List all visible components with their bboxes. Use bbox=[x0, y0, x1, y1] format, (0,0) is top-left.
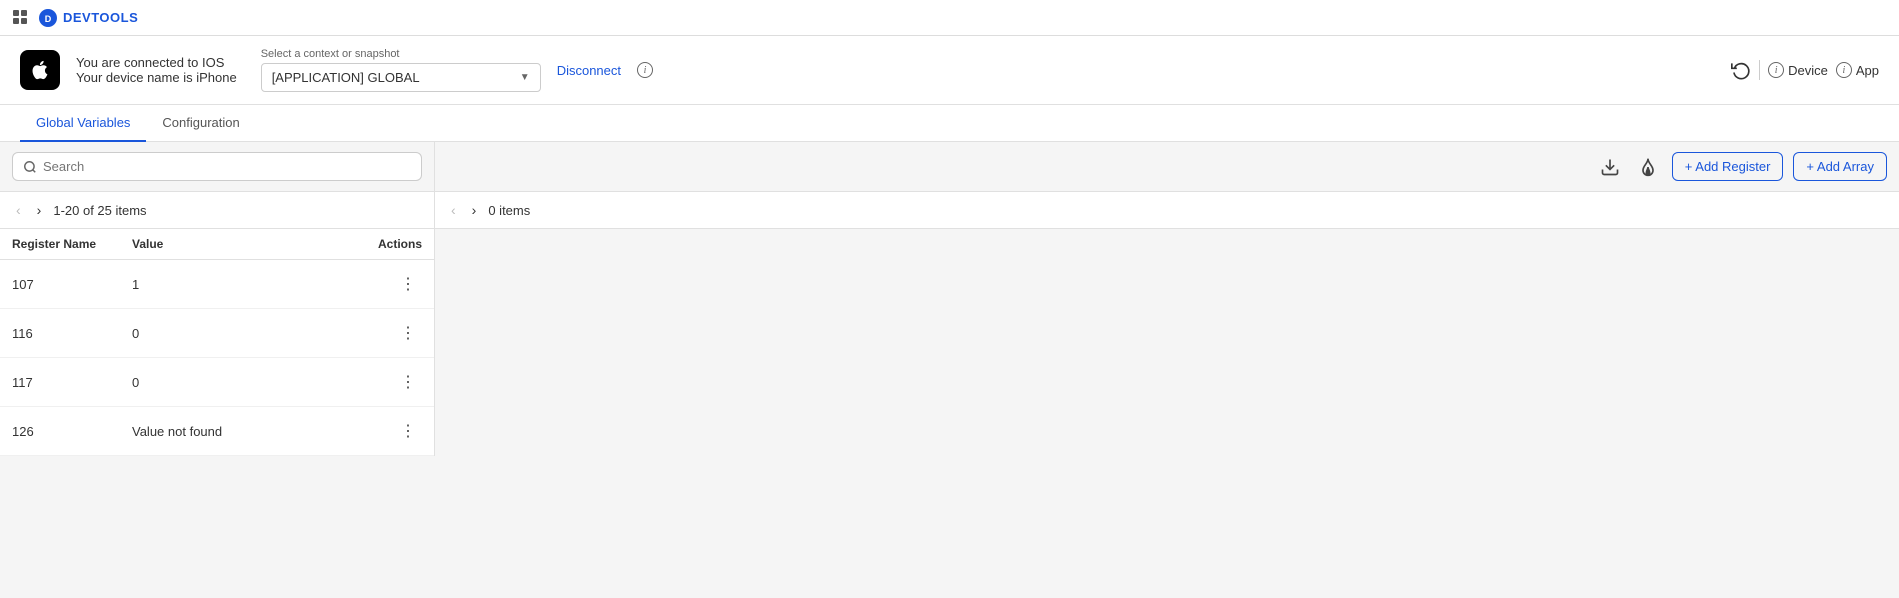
table-header: Register Name Value Actions bbox=[0, 229, 434, 260]
svg-text:D: D bbox=[45, 14, 52, 24]
info-icon[interactable]: i bbox=[637, 62, 653, 78]
divider bbox=[1759, 60, 1760, 80]
register-name-3: 126 bbox=[12, 424, 132, 439]
register-value-3: Value not found bbox=[132, 424, 342, 439]
search-box[interactable] bbox=[12, 152, 422, 181]
table-row: 117 0 ⋮ bbox=[0, 358, 434, 407]
items-count-right: 0 items bbox=[488, 203, 530, 218]
pagination-wrapper: ‹ › 1-20 of 25 items ‹ › 0 items bbox=[0, 192, 1899, 229]
table-wrapper: Register Name Value Actions 107 1 ⋮ 116 … bbox=[0, 229, 1899, 456]
register-name-2: 117 bbox=[12, 375, 132, 390]
table-row: 107 1 ⋮ bbox=[0, 260, 434, 309]
col-actions: Actions bbox=[342, 237, 422, 251]
header-section: You are connected to IOS Your device nam… bbox=[0, 36, 1899, 105]
items-count-left: 1-20 of 25 items bbox=[53, 203, 146, 218]
search-icon bbox=[23, 160, 37, 174]
device-name: Your device name is iPhone bbox=[76, 70, 237, 85]
toolbar-right: + Add Register + Add Array bbox=[435, 142, 1899, 191]
device-info: You are connected to IOS Your device nam… bbox=[76, 55, 237, 85]
flame-icon-button[interactable] bbox=[1634, 153, 1662, 181]
connected-text: You are connected to IOS bbox=[76, 55, 237, 70]
register-value-2: 0 bbox=[132, 375, 342, 390]
top-right-buttons: i Device i App bbox=[1731, 60, 1879, 80]
pagination-right: ‹ › 0 items bbox=[435, 192, 1899, 228]
register-value-1: 0 bbox=[132, 326, 342, 341]
app-info-icon: i bbox=[1836, 62, 1852, 78]
context-select[interactable]: [APPLICATION] GLOBAL ▼ bbox=[261, 63, 541, 92]
prev-page-button[interactable]: ‹ bbox=[12, 200, 25, 220]
add-register-button[interactable]: + Add Register bbox=[1672, 152, 1784, 181]
chevron-down-icon: ▼ bbox=[520, 72, 530, 83]
row-actions-button-2[interactable]: ⋮ bbox=[394, 370, 422, 394]
toolbar-left bbox=[0, 142, 435, 191]
top-bar: D DEVTOOLS bbox=[0, 0, 1899, 36]
app-name: DEVTOOLS bbox=[63, 10, 138, 25]
toolbar-wrapper: + Add Register + Add Array bbox=[0, 142, 1899, 192]
app-button[interactable]: i App bbox=[1836, 62, 1879, 78]
pagination-left: ‹ › 1-20 of 25 items bbox=[0, 192, 435, 228]
table-left: Register Name Value Actions 107 1 ⋮ 116 … bbox=[0, 229, 435, 456]
row-actions-button-1[interactable]: ⋮ bbox=[394, 321, 422, 345]
row-actions-button-3[interactable]: ⋮ bbox=[394, 419, 422, 443]
history-button[interactable] bbox=[1731, 60, 1751, 80]
table-row: 116 0 ⋮ bbox=[0, 309, 434, 358]
tab-global-variables[interactable]: Global Variables bbox=[20, 105, 146, 142]
download-icon-button[interactable] bbox=[1596, 153, 1624, 181]
table-right bbox=[435, 229, 1899, 456]
register-name-1: 116 bbox=[12, 326, 132, 341]
tab-configuration[interactable]: Configuration bbox=[146, 105, 255, 142]
col-register-name: Register Name bbox=[12, 237, 132, 251]
search-input[interactable] bbox=[43, 159, 411, 174]
device-button[interactable]: i Device bbox=[1768, 62, 1828, 78]
disconnect-button[interactable]: Disconnect bbox=[557, 63, 621, 78]
apple-icon bbox=[20, 50, 60, 90]
device-info-icon: i bbox=[1768, 62, 1784, 78]
grid-icon[interactable] bbox=[12, 9, 30, 27]
col-value: Value bbox=[132, 237, 342, 251]
next-page-button[interactable]: › bbox=[33, 200, 46, 220]
devtools-logo: D DEVTOOLS bbox=[38, 8, 138, 28]
context-label: Select a context or snapshot bbox=[261, 48, 541, 60]
context-select-value: [APPLICATION] GLOBAL bbox=[272, 70, 512, 85]
row-actions-button-0[interactable]: ⋮ bbox=[394, 272, 422, 296]
context-select-wrapper: Select a context or snapshot [APPLICATIO… bbox=[261, 48, 541, 92]
tabs-bar: Global Variables Configuration bbox=[0, 105, 1899, 142]
table-row: 126 Value not found ⋮ bbox=[0, 407, 434, 456]
right-prev-page-button[interactable]: ‹ bbox=[447, 200, 460, 220]
add-array-button[interactable]: + Add Array bbox=[1793, 152, 1887, 181]
register-value-0: 1 bbox=[132, 277, 342, 292]
register-name-0: 107 bbox=[12, 277, 132, 292]
right-next-page-button[interactable]: › bbox=[468, 200, 481, 220]
